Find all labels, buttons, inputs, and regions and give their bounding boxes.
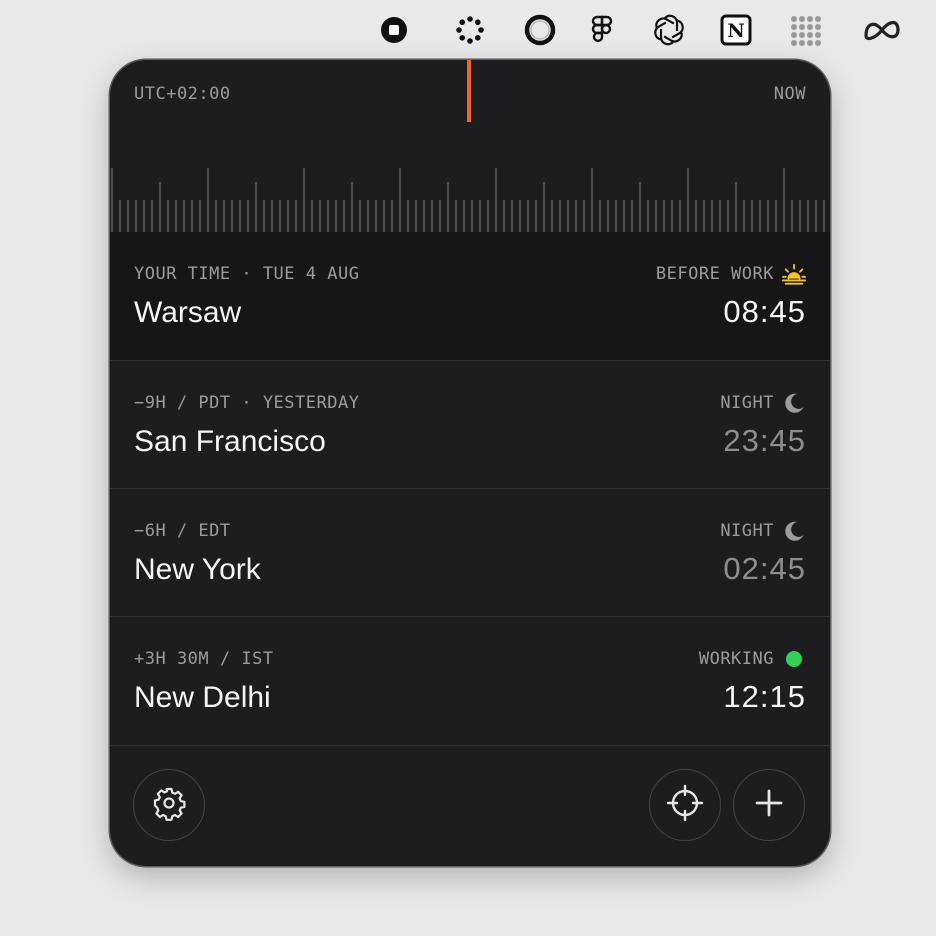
local-time: 08:45: [723, 294, 806, 329]
status-label: NIGHT: [720, 521, 774, 541]
green-dot-icon: [782, 647, 806, 671]
row-meta: −9H / PDT · YESTERDAY: [134, 393, 360, 413]
plus-icon: [754, 788, 784, 823]
row-meta: +3H 30M / IST: [134, 649, 274, 669]
local-time: 12:15: [723, 679, 806, 714]
local-time: 23:45: [723, 423, 806, 458]
row-status: BEFORE WORK: [656, 262, 806, 286]
menu-bar: N: [0, 0, 936, 60]
timeline-ruler[interactable]: [110, 168, 830, 232]
city-row-san-francisco[interactable]: −9H / PDT · YESTERDAY San Francisco NIGH…: [110, 360, 830, 489]
sunrise-icon: [782, 262, 806, 286]
status-label: WORKING: [698, 649, 774, 669]
now-label[interactable]: NOW: [774, 84, 806, 104]
row-meta: YOUR TIME · TUE 4 AUG: [134, 264, 360, 284]
row-status: WORKING: [699, 647, 806, 671]
city-name: San Francisco: [134, 425, 326, 458]
row-status: NIGHT: [720, 519, 806, 543]
footer-divider: [110, 745, 830, 746]
moon-icon: [782, 519, 806, 543]
timezone-label: UTC+02:00: [134, 84, 231, 104]
now-marker[interactable]: [467, 60, 471, 122]
crosshair-icon: [666, 784, 704, 827]
city-row-new-york[interactable]: −6H / EDT New York NIGHT 02:45: [110, 488, 830, 617]
ring-icon[interactable]: [522, 12, 558, 48]
stop-icon[interactable]: [376, 12, 412, 48]
city-name: New York: [134, 553, 261, 586]
city-name: Warsaw: [134, 296, 242, 329]
row-meta: −6H / EDT: [134, 521, 231, 541]
local-time: 02:45: [723, 551, 806, 586]
notion-icon[interactable]: N: [718, 12, 754, 48]
settings-button[interactable]: [133, 769, 205, 841]
locate-button[interactable]: [649, 769, 721, 841]
chatgpt-icon[interactable]: [651, 12, 687, 48]
row-status: NIGHT: [720, 391, 806, 415]
status-label: NIGHT: [720, 393, 774, 413]
moon-icon: [782, 391, 806, 415]
grid-icon[interactable]: [787, 12, 823, 48]
figma-icon[interactable]: [584, 12, 620, 48]
status-label: BEFORE WORK: [655, 264, 774, 284]
gear-icon: [151, 785, 187, 826]
svg-text:N: N: [727, 20, 744, 42]
city-row-warsaw[interactable]: YOUR TIME · TUE 4 AUG Warsaw BEFORE WORK…: [110, 232, 830, 360]
city-row-new-delhi[interactable]: +3H 30M / IST New Delhi WORKING 12:15: [110, 616, 830, 745]
city-name: New Delhi: [134, 681, 271, 714]
meta-icon[interactable]: [862, 12, 902, 48]
world-clock-panel: UTC+02:00 NOW YOUR TIME · TUE 4 AUG Wars…: [110, 60, 830, 866]
loading-dots-icon[interactable]: [452, 12, 488, 48]
add-button[interactable]: [733, 769, 805, 841]
